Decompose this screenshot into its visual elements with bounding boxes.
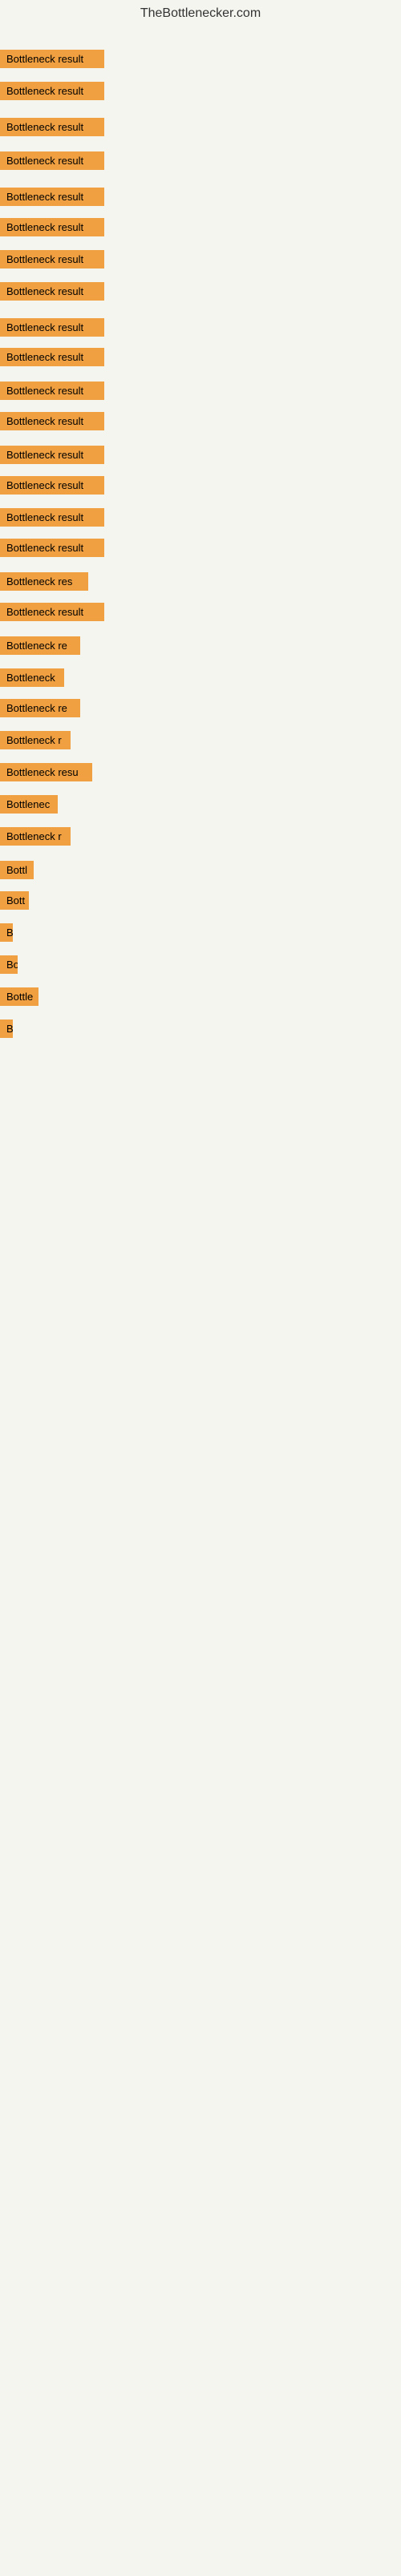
bottleneck-item: Bottleneck res: [0, 572, 88, 591]
bottleneck-item: Bottleneck result: [0, 508, 104, 527]
bottleneck-item: Bottleneck result: [0, 188, 104, 206]
bottleneck-item: Bottleneck result: [0, 82, 104, 100]
bottleneck-item: B: [0, 923, 13, 942]
bottleneck-item: Bottleneck result: [0, 603, 104, 621]
bottleneck-item: Bottleneck result: [0, 382, 104, 400]
bottleneck-item: Bottleneck result: [0, 50, 104, 68]
bottleneck-item: Bottleneck result: [0, 446, 104, 464]
bottleneck-item: Bottle: [0, 987, 38, 1006]
bottleneck-item: Bottleneck re: [0, 636, 80, 655]
bottleneck-item: Bottleneck result: [0, 318, 104, 337]
bottleneck-item: Bottleneck result: [0, 476, 104, 495]
bottleneck-item: Bo: [0, 955, 18, 974]
bottleneck-item: Bottl: [0, 861, 34, 879]
bottleneck-item: Bottleneck result: [0, 539, 104, 557]
bottleneck-item: Bottleneck: [0, 668, 64, 687]
bottleneck-item: Bottleneck result: [0, 348, 104, 366]
bottleneck-item: B: [0, 1019, 13, 1038]
site-title: TheBottlenecker.com: [0, 0, 401, 27]
bottleneck-item: Bottleneck r: [0, 827, 71, 846]
bottleneck-item: Bottleneck result: [0, 118, 104, 136]
bottleneck-item: Bottleneck result: [0, 250, 104, 269]
bottleneck-item: Bottleneck resu: [0, 763, 92, 781]
bottleneck-item: Bottleneck r: [0, 731, 71, 749]
bottleneck-item: Bottleneck result: [0, 412, 104, 430]
bottleneck-item: Bottleneck result: [0, 282, 104, 301]
bottleneck-item: Bottleneck re: [0, 699, 80, 717]
bottleneck-item: Bottleneck result: [0, 151, 104, 170]
bottleneck-item: Bottleneck result: [0, 218, 104, 236]
bottleneck-item: Bott: [0, 891, 29, 910]
bottleneck-item: Bottlenec: [0, 795, 58, 814]
